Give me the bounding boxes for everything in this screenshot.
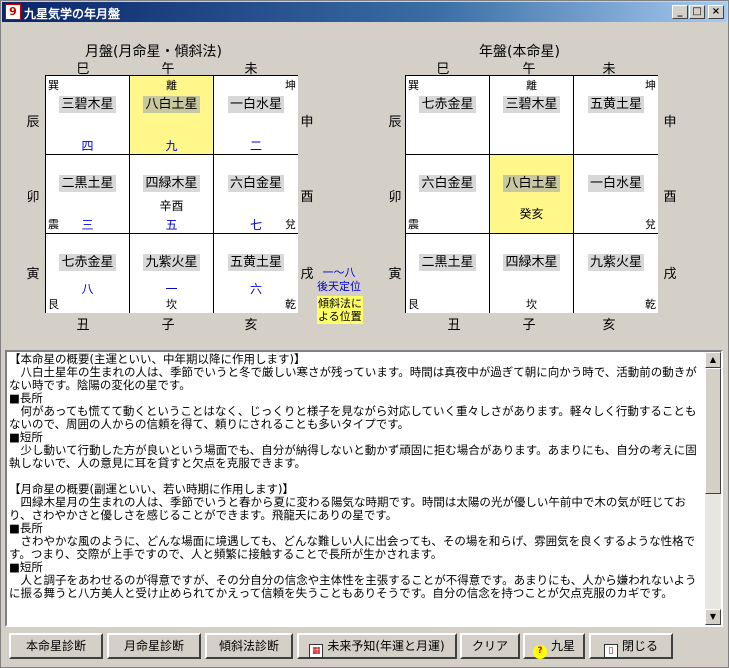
star-label: 一白水星 [227,96,284,113]
month-dir-bottom-1: 子 [161,318,175,333]
star-label: 七赤金星 [419,96,476,113]
calendar-icon: ▦ [309,644,324,658]
month-dir-right-0: 申 [300,115,314,130]
year-dir-right-1: 酉 [663,190,677,205]
year-cell-n[interactable]: 離 三碧木星 [490,76,574,155]
position-number: 八 [81,282,94,296]
description-textarea[interactable]: 【本命星の概要(主運といい、中年期以降に作用します)】 八白土星年の生まれの人は… [5,350,723,627]
year-dir-bottom-2: 亥 [602,318,616,333]
year-dir-left-0: 辰 [388,115,402,130]
month-cell-se[interactable]: 乾 五黄土星 六 [214,234,298,313]
month-dir-right-2: 戌 [300,267,314,282]
eto-label: 癸亥 [519,207,544,221]
month-dir-bottom-2: 亥 [244,318,258,333]
month-cell-n[interactable]: 離 八白土星 九 [130,76,214,155]
legend-box: 傾斜法に よる位置 [317,296,363,324]
position-number: 六 [249,282,262,296]
star-label: 六白金星 [227,175,284,192]
title-bar[interactable]: 9 九星気学の年月盤 _ □ × [2,2,727,22]
star-label: 九紫火星 [587,254,644,271]
scroll-thumb[interactable] [705,368,721,494]
year-dir-left-1: 卯 [388,190,402,205]
help-icon: ? [532,645,547,659]
year-board: 巽 七赤金星 離 三碧木星 坤 五黄土星 震 六白金星 八白土星 癸亥 兌 一白… [405,75,658,313]
star-label: 八白土星 [503,175,560,192]
window-title: 九星気学の年月盤 [24,7,121,21]
star-label: 五黄土星 [587,96,644,113]
star-label: 五黄土星 [227,254,284,271]
month-cell-sw[interactable]: 艮 七赤金星 八 [46,234,130,313]
position-number: 二 [249,139,262,153]
star-label: 八白土星 [143,96,200,113]
star-label: 二黒土星 [59,175,116,192]
vertical-scrollbar[interactable]: ▲ ▼ [705,352,721,625]
kyusei-help-button[interactable]: ? 九星 [523,633,585,659]
year-dir-right-2: 戌 [663,267,677,282]
month-dir-left-1: 卯 [26,190,40,205]
getsumei-diagnosis-button[interactable]: 月命星診断 [107,633,201,659]
app-icon: 9 [5,4,21,20]
app-window: 9 九星気学の年月盤 _ □ × 月盤(月命星・傾斜法) 巳 午 未 丑 子 亥… [0,0,729,668]
year-cell-e[interactable]: 兌 一白水星 [574,155,658,234]
close-button[interactable]: × [708,5,724,19]
year-cell-sw[interactable]: 艮 二黒土星 [406,234,490,313]
year-dir-bottom-1: 子 [522,318,536,333]
year-dir-left-2: 寅 [388,267,402,282]
year-cell-center[interactable]: 八白土星 癸亥 [490,155,574,234]
legend-text: 一～八 後天定位 [317,266,361,293]
minimize-button[interactable]: _ [672,5,688,19]
month-board-title: 月盤(月命星・傾斜法) [85,44,222,60]
maximize-button[interactable]: □ [689,5,705,19]
position-number: 五 [165,218,178,232]
month-cell-w[interactable]: 震 二黒土星 三 [46,155,130,234]
year-cell-s[interactable]: 坎 四緑木星 [490,234,574,313]
position-number: 一 [165,282,178,296]
honmei-diagnosis-button[interactable]: 本命星診断 [9,633,103,659]
star-label: 四緑木星 [503,254,560,271]
month-cell-ne[interactable]: 坤 一白水星 二 [214,76,298,155]
year-cell-ne[interactable]: 坤 五黄土星 [574,76,658,155]
star-label: 三碧木星 [503,96,560,113]
clear-button[interactable]: クリア [460,633,520,659]
close-app-button[interactable]: ▯ 閉じる [589,633,673,659]
star-label: 六白金星 [419,175,476,192]
year-dir-bottom-0: 丑 [447,318,461,333]
year-cell-se[interactable]: 乾 九紫火星 [574,234,658,313]
keisha-diagnosis-button[interactable]: 傾斜法診断 [205,633,293,659]
eto-label: 辛酉 [159,199,184,213]
month-cell-s[interactable]: 坎 九紫火星 一 [130,234,214,313]
position-number: 九 [165,139,178,153]
month-board: 巽 三碧木星 四 離 八白土星 九 坤 一白水星 二 震 二黒土星 三 四緑木星… [45,75,298,313]
month-dir-bottom-0: 丑 [76,318,90,333]
door-icon: ▯ [603,644,618,658]
month-cell-nw[interactable]: 巽 三碧木星 四 [46,76,130,155]
star-label: 七赤金星 [59,254,116,271]
month-cell-e[interactable]: 兌 六白金星 七 [214,155,298,234]
month-cell-center[interactable]: 四緑木星 辛酉 五 [130,155,214,234]
position-number: 七 [249,218,262,232]
star-label: 九紫火星 [143,254,200,271]
star-label: 二黒土星 [419,254,476,271]
star-label: 三碧木星 [59,96,116,113]
month-dir-right-1: 酉 [300,190,314,205]
scroll-down-icon[interactable]: ▼ [705,609,721,625]
future-prediction-button[interactable]: ▦ 未来予知(年運と月運) [297,633,457,659]
scroll-up-icon[interactable]: ▲ [705,352,721,368]
year-cell-w[interactable]: 震 六白金星 [406,155,490,234]
star-label: 四緑木星 [143,175,200,192]
position-number: 四 [81,139,94,153]
star-label: 一白水星 [587,175,644,192]
month-dir-left-2: 寅 [26,267,40,282]
year-cell-nw[interactable]: 巽 七赤金星 [406,76,490,155]
description-text: 【本命星の概要(主運といい、中年期以降に作用します)】 八白土星年の生まれの人は… [9,352,697,600]
month-dir-left-0: 辰 [26,115,40,130]
year-dir-right-0: 申 [663,115,677,130]
position-number: 三 [81,218,94,232]
